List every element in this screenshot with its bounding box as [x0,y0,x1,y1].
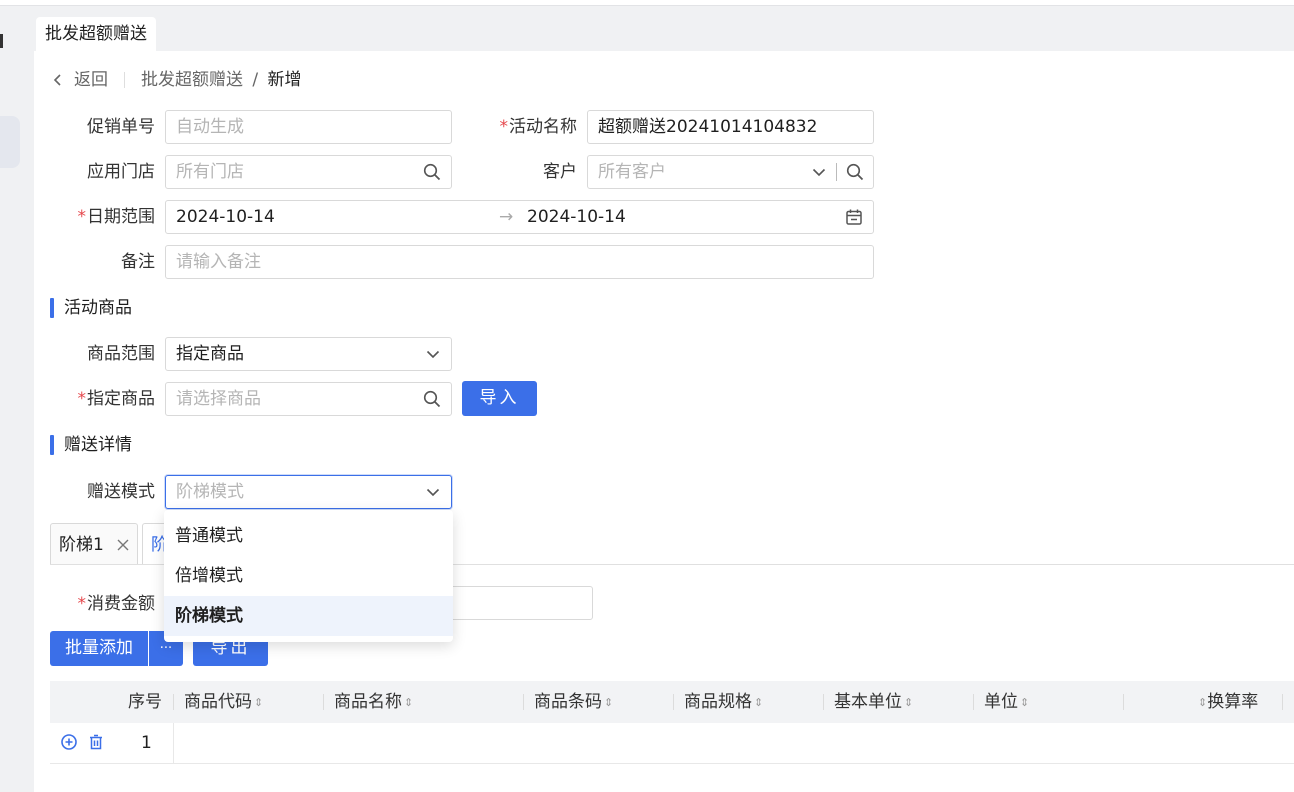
tab-strip: 批发超额赠送 [34,6,1294,52]
col-conversion-rate[interactable]: ⇕换算率 [1196,681,1258,723]
customer-divider [836,163,837,181]
table-row: 1 [50,723,1294,764]
breadcrumb-parent[interactable]: 批发超额赠送 [141,70,243,90]
chevron-down-icon [426,350,440,359]
col-separator [523,694,524,710]
col-separator [673,694,674,710]
col-separator [173,694,174,710]
col-goods-code[interactable]: 商品代码 ⇕ [184,681,263,723]
back-button[interactable]: 返回 [50,67,116,93]
specified-goods-field[interactable]: 请选择商品 [165,382,452,416]
header-divider [124,72,125,88]
col-separator [823,694,824,710]
main-panel: 返回 批发超额赠送 / 新增 促销单号 自动生成 *活动名称 超额赠送20241… [34,51,1294,792]
row-index: 1 [141,733,152,753]
activity-name-label: *活动名称 [499,117,578,137]
gift-mode-placeholder: 阶梯模式 [176,482,244,502]
goods-scope-value: 指定商品 [176,344,244,364]
chevron-down-icon[interactable] [811,164,827,180]
batch-add-button[interactable]: 批量添加 [50,631,148,666]
specified-goods-placeholder: 请选择商品 [176,389,261,409]
date-range-label: *日期范围 [77,207,156,227]
col-base-unit[interactable]: 基本单位 ⇕ [834,681,913,723]
option-normal-mode[interactable]: 普通模式 [164,516,453,556]
date-start[interactable]: 2024-10-14 [176,201,275,233]
col-unit[interactable]: 单位 ⇕ [984,681,1029,723]
sort-icon[interactable]: ⇕ [254,682,263,724]
table-header: 序号 商品代码 ⇕ 商品名称 ⇕ 商品条码 ⇕ 商品规格 ⇕ 基本单位 ⇕ 单位 ⇕ ⇕换算… [50,681,1294,723]
close-icon[interactable] [116,538,130,552]
ladder-tab-1-label: 阶梯1 [59,535,104,555]
import-button[interactable]: 导入 [462,381,537,416]
sort-icon[interactable]: ⇕ [754,682,763,724]
search-icon[interactable] [846,163,864,181]
calendar-icon[interactable] [845,208,863,226]
sort-icon[interactable]: ⇕ [404,682,413,724]
option-ladder-mode[interactable]: 阶梯模式 [164,596,453,636]
option-multiply-mode[interactable]: 倍增模式 [164,556,453,596]
col-separator [1282,694,1283,710]
activity-name-field[interactable]: 超额赠送20241014104832 [587,110,874,144]
ladder-tab-1[interactable]: 阶梯1 [50,523,138,565]
sort-icon[interactable]: ⇕ [604,682,613,724]
customer-field[interactable]: 所有客户 [587,155,874,189]
promo-no-field[interactable]: 自动生成 [165,110,452,144]
gift-mode-label: 赠送模式 [87,482,155,502]
customer-placeholder: 所有客户 [598,162,666,182]
spend-amount-label: *消费金额 [77,594,156,614]
nav-marker [0,34,3,48]
back-label: 返回 [74,70,108,90]
sort-icon[interactable]: ⇕ [904,682,913,724]
breadcrumb-separator: / [252,70,259,90]
sort-icon[interactable]: ⇕ [1020,682,1029,724]
goods-scope-select[interactable]: 指定商品 [165,337,452,371]
breadcrumb-current: 新增 [267,70,302,90]
store-field[interactable]: 所有门店 [165,155,452,189]
store-placeholder: 所有门店 [176,162,244,182]
plus-circle-icon[interactable] [60,733,78,751]
trash-icon[interactable] [87,733,105,751]
row-cell-divider [173,723,174,763]
gift-mode-dropdown: 普通模式 倍增模式 阶梯模式 [164,510,453,642]
goods-section-title: 活动商品 [50,297,132,319]
gift-mode-select[interactable]: 阶梯模式 [165,475,452,509]
remark-label: 备注 [121,252,155,272]
promo-no-label: 促销单号 [87,117,155,137]
col-goods-name[interactable]: 商品名称 ⇕ [334,681,413,723]
col-spec[interactable]: 商品规格 ⇕ [684,681,763,723]
promo-no-placeholder: 自动生成 [176,117,244,137]
chevron-down-icon [426,488,440,497]
remark-placeholder: 请输入备注 [176,252,261,272]
customer-label: 客户 [543,162,577,182]
date-range-separator: → [499,207,514,227]
date-range-field[interactable]: 2024-10-14 → 2024-10-14 [165,200,874,234]
specified-goods-label: *指定商品 [77,389,156,409]
tab-wholesale-excess-gift[interactable]: 批发超额赠送 [36,17,156,52]
col-separator [323,694,324,710]
col-barcode[interactable]: 商品条码 ⇕ [534,681,613,723]
col-separator [973,694,974,710]
sort-icon[interactable]: ⇕ [1198,682,1207,724]
gift-section-title: 赠送详情 [50,434,132,456]
activity-name-value: 超额赠送20241014104832 [598,117,818,137]
chevron-left-icon [53,74,61,86]
date-end[interactable]: 2024-10-14 [527,201,626,233]
search-icon[interactable] [423,390,441,408]
col-index: 序号 [128,692,162,712]
goods-scope-label: 商品范围 [87,344,155,364]
remark-field[interactable]: 请输入备注 [165,245,874,279]
store-label: 应用门店 [87,162,155,182]
col-separator [1123,694,1124,710]
breadcrumb: 批发超额赠送 / 新增 [141,67,302,93]
